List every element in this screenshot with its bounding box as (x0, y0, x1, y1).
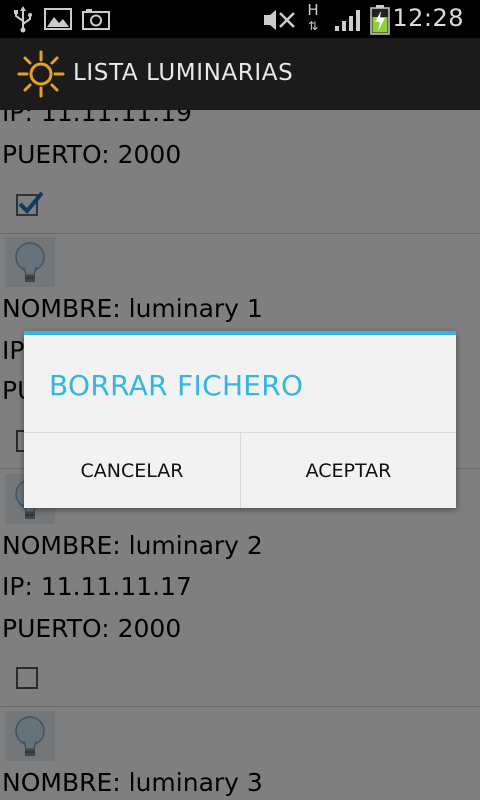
camera-icon (82, 9, 110, 30)
dialog-title: BORRAR FICHERO (49, 369, 304, 402)
network-h-icon: H ⇅ (307, 1, 319, 34)
accept-button[interactable]: ACEPTAR (241, 433, 456, 508)
page-title: LISTA LUMINARIAS (73, 60, 294, 86)
action-bar: LISTA LUMINARIAS (0, 38, 480, 110)
signal-icon (335, 10, 360, 31)
sun-icon (17, 50, 65, 98)
usb-icon (14, 6, 32, 33)
battery-charging-icon (370, 5, 390, 35)
delete-file-dialog: BORRAR FICHERO CANCELAR ACEPTAR (24, 331, 456, 508)
gallery-icon (44, 8, 72, 30)
status-bar: H ⇅ 12:28 (0, 0, 480, 38)
clock: 12:28 (392, 4, 464, 32)
cancel-button[interactable]: CANCELAR (24, 433, 240, 508)
mute-icon (264, 10, 295, 30)
